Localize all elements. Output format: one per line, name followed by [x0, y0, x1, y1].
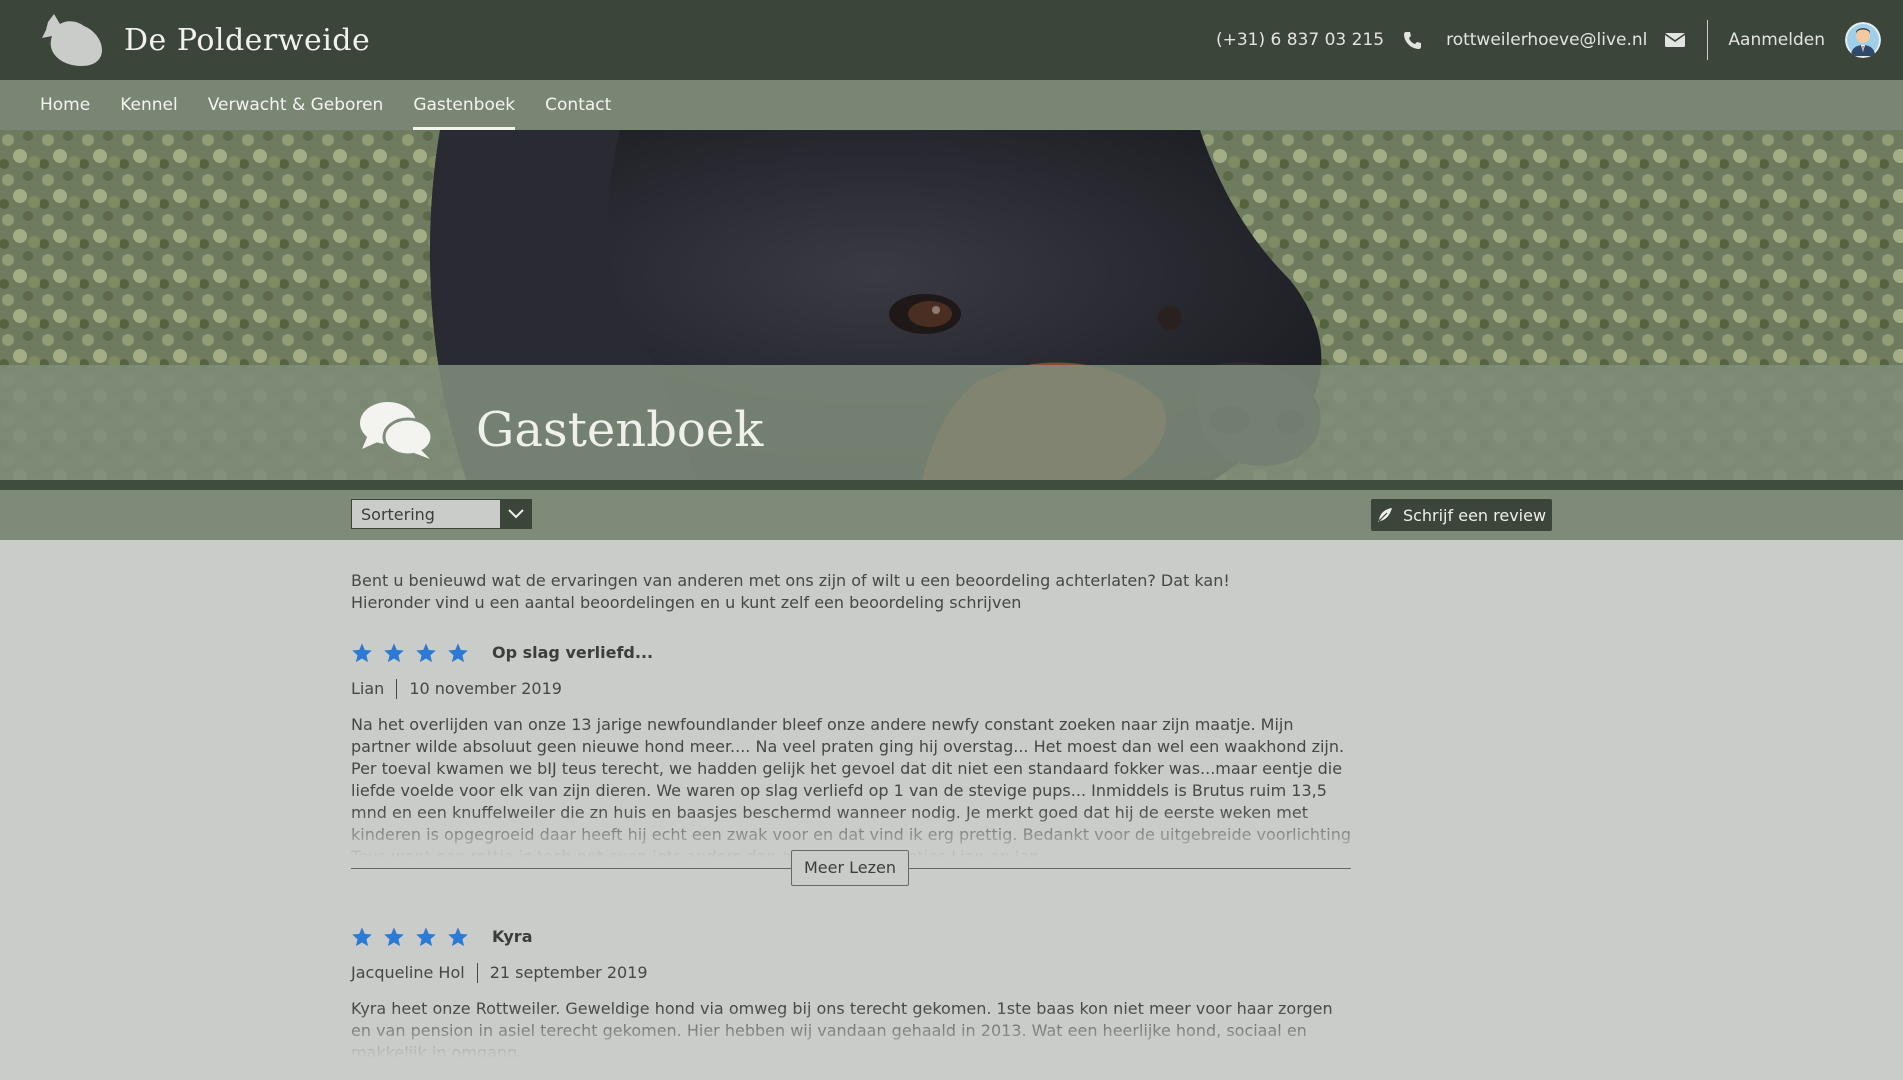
review-meta: Lian 10 november 2019 — [351, 678, 1351, 700]
read-more-row: Meer Lezen — [351, 850, 1351, 886]
review-item: Op slag verliefd... Lian 10 november 201… — [351, 642, 1351, 886]
review-author: Lian — [351, 679, 385, 698]
review-author: Jacqueline Hol — [351, 963, 465, 982]
star-icon — [352, 643, 372, 663]
header-divider — [1707, 20, 1709, 60]
review-body: Na het overlijden van onze 13 jarige new… — [351, 715, 1351, 858]
hero-title-band — [0, 365, 1903, 490]
avatar-icon[interactable] — [1845, 22, 1881, 58]
page-title: Gastenboek — [476, 402, 764, 458]
intro-line-1: Bent u benieuwd wat de ervaringen van an… — [351, 571, 1230, 590]
star-icon — [416, 643, 436, 663]
main-nav: Home Kennel Verwacht & Geboren Gastenboe… — [0, 80, 1903, 130]
hero-bottom-stripe — [0, 480, 1903, 490]
review-meta: Jacqueline Hol 21 september 2019 — [351, 962, 1351, 984]
read-more-button[interactable]: Meer Lezen — [791, 850, 909, 886]
write-review-button[interactable]: Schrijf een review — [1371, 499, 1552, 531]
nav-contact[interactable]: Contact — [545, 80, 611, 130]
brand[interactable]: De Polderweide — [40, 12, 370, 68]
review-title: Kyra — [492, 927, 533, 946]
star-icon — [384, 927, 404, 947]
intro-text: Bent u benieuwd wat de ervaringen van an… — [351, 570, 1351, 614]
intro-line-2: Hieronder vind u een aantal beoordelinge… — [351, 593, 1022, 612]
phone-contact[interactable]: (+31) 6 837 03 215 — [1216, 30, 1422, 50]
chevron-down-icon[interactable] — [500, 500, 531, 528]
review-item: Kyra Jacqueline Hol 21 september 2019 Ky… — [351, 926, 1351, 1058]
contact-bar: (+31) 6 837 03 215 rottweilerhoeve@live.… — [1192, 20, 1881, 60]
sort-dropdown[interactable]: Sortering — [351, 499, 532, 529]
review-body: Kyra heet onze Rottweiler. Geweldige hon… — [351, 998, 1351, 1058]
login-link[interactable]: Aanmelden — [1728, 30, 1825, 50]
dog-logo-icon — [42, 14, 102, 66]
guestbook-content: Bent u benieuwd wat de ervaringen van an… — [351, 540, 1351, 1058]
chat-bubbles-icon — [360, 402, 434, 459]
feather-icon — [1377, 508, 1392, 522]
email-address: rottweilerhoeve@live.nl — [1446, 30, 1648, 50]
review-header: Kyra — [351, 926, 1351, 948]
hero-banner: Gastenboek — [0, 130, 1903, 490]
write-review-label: Schrijf een review — [1402, 505, 1547, 525]
star-rating — [351, 642, 469, 664]
star-icon — [448, 643, 468, 663]
review-header: Op slag verliefd... — [351, 642, 1351, 664]
review-date: 21 september 2019 — [489, 963, 648, 982]
hero-heading: Gastenboek — [358, 380, 763, 480]
review-date: 10 november 2019 — [409, 679, 562, 698]
phone-icon — [1404, 32, 1422, 49]
star-icon — [384, 643, 404, 663]
email-contact[interactable]: rottweilerhoeve@live.nl — [1446, 30, 1686, 50]
review-title: Op slag verliefd... — [492, 643, 654, 662]
star-icon — [416, 927, 436, 947]
phone-number: (+31) 6 837 03 215 — [1215, 30, 1385, 50]
review-toolbar: Sortering Schrijf een review — [0, 490, 1903, 540]
meta-divider — [396, 679, 398, 699]
meta-divider — [476, 963, 478, 983]
envelope-icon — [1665, 33, 1686, 47]
star-rating — [351, 926, 469, 948]
brand-name: De Polderweide — [124, 22, 371, 58]
star-icon — [448, 927, 468, 947]
sort-value: Sortering — [361, 504, 435, 524]
nav-verwacht-geboren[interactable]: Verwacht & Geboren — [208, 80, 384, 130]
nav-gastenboek[interactable]: Gastenboek — [413, 80, 515, 130]
nav-kennel[interactable]: Kennel — [120, 80, 178, 130]
star-icon — [352, 927, 372, 947]
top-header: De Polderweide (+31) 6 837 03 215 rottwe… — [0, 0, 1903, 80]
nav-home[interactable]: Home — [40, 80, 90, 130]
